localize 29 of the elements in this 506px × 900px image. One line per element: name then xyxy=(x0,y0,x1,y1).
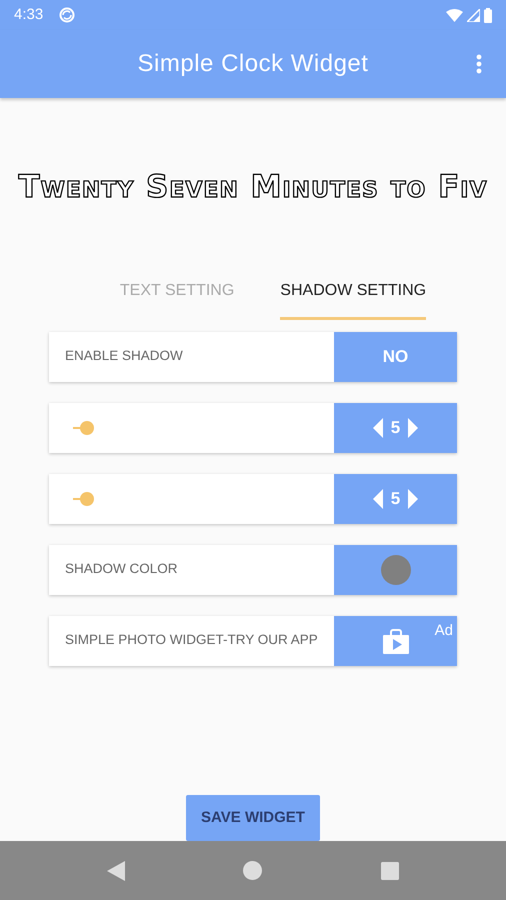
increase-arrow-icon[interactable] xyxy=(408,418,418,438)
settings-tab[interactable]: TEXT SETTING xyxy=(120,270,234,320)
status-time: 4:33 xyxy=(14,4,44,25)
save-widget-button[interactable]: SAVE WIDGET xyxy=(186,795,320,841)
toggle-button[interactable]: NO xyxy=(334,332,457,382)
setting-label: ENABLE SHADOW xyxy=(65,347,183,366)
ad-label: SIMPLE PHOTO WIDGET-TRY OUR APP xyxy=(65,631,318,650)
color-swatch[interactable] xyxy=(380,554,410,584)
clock-text: Twenty Seven Minutes to Fiv xyxy=(18,168,488,207)
signal-icon xyxy=(467,8,480,22)
app-title: Simple Clock Widget xyxy=(138,49,368,79)
home-icon[interactable] xyxy=(243,861,262,880)
sync-icon xyxy=(59,7,76,23)
slider-thumb[interactable] xyxy=(72,420,94,434)
recents-icon[interactable] xyxy=(380,862,399,880)
decrease-arrow-icon[interactable] xyxy=(372,488,383,508)
ad-marker-text: Ad xyxy=(434,620,453,640)
stepper-value: 5 xyxy=(390,416,400,439)
stepper-value: 5 xyxy=(390,488,400,510)
battery-icon xyxy=(484,8,492,22)
increase-arrow-icon[interactable] xyxy=(408,488,418,508)
settings-tab[interactable]: SHADOW SETTING xyxy=(280,270,426,320)
decrease-arrow-icon[interactable] xyxy=(372,418,383,438)
more-options-icon[interactable] xyxy=(476,54,482,74)
back-icon[interactable] xyxy=(107,860,126,880)
wifi-icon xyxy=(446,8,463,22)
slider-thumb[interactable] xyxy=(72,492,94,506)
store-bag-icon[interactable] xyxy=(382,628,408,654)
setting-label: SHADOW COLOR xyxy=(65,560,178,578)
